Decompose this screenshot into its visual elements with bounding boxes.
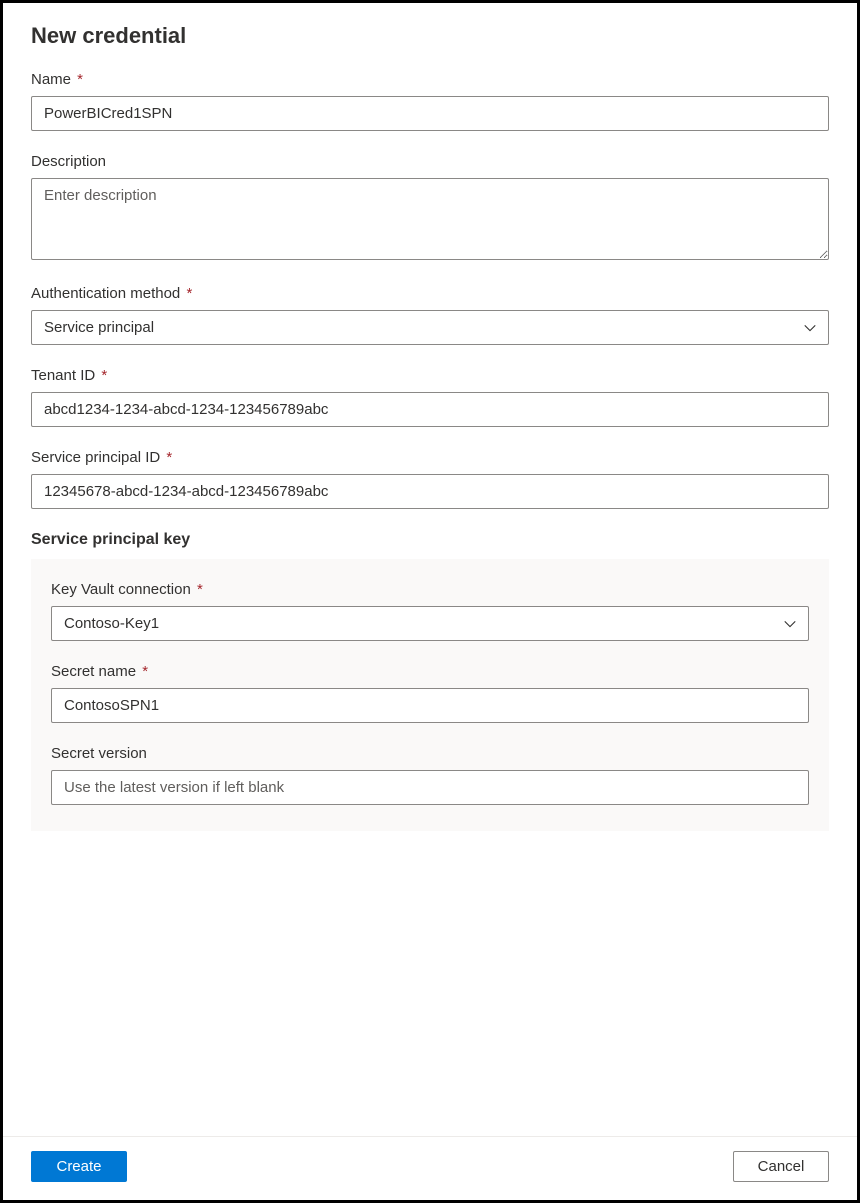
page-title: New credential — [31, 23, 829, 49]
secret-name-label-text: Secret name — [51, 663, 136, 680]
required-indicator: * — [138, 663, 148, 680]
name-label-text: Name — [31, 71, 71, 88]
new-credential-panel: New credential Name * Description Authen… — [0, 0, 860, 1203]
auth-method-field-group: Authentication method * Service principa… — [31, 285, 829, 345]
sp-id-input[interactable] — [31, 474, 829, 509]
secret-name-label: Secret name * — [51, 663, 809, 680]
cancel-button[interactable]: Cancel — [733, 1151, 829, 1182]
description-textarea[interactable] — [31, 178, 829, 260]
auth-method-value: Service principal — [31, 310, 829, 345]
auth-method-select[interactable]: Service principal — [31, 310, 829, 345]
dialog-footer: Create Cancel — [3, 1136, 857, 1200]
secret-name-field-group: Secret name * — [51, 663, 809, 723]
description-label: Description — [31, 153, 829, 170]
required-indicator: * — [193, 581, 203, 598]
description-field-group: Description — [31, 153, 829, 263]
sp-key-label: Service principal key — [31, 531, 829, 549]
kv-connection-value: Contoso-Key1 — [51, 606, 809, 641]
kv-connection-label-text: Key Vault connection — [51, 581, 191, 598]
kv-connection-label: Key Vault connection * — [51, 581, 809, 598]
kv-connection-select[interactable]: Contoso-Key1 — [51, 606, 809, 641]
create-button[interactable]: Create — [31, 1151, 127, 1182]
sp-id-label-text: Service principal ID — [31, 449, 160, 466]
required-indicator: * — [182, 285, 192, 302]
name-input[interactable] — [31, 96, 829, 131]
required-indicator: * — [162, 449, 172, 466]
sp-key-section: Service principal key Key Vault connecti… — [31, 531, 829, 831]
secret-version-label: Secret version — [51, 745, 809, 762]
auth-method-label-text: Authentication method — [31, 285, 180, 302]
secret-version-input[interactable] — [51, 770, 809, 805]
sp-id-field-group: Service principal ID * — [31, 449, 829, 509]
tenant-id-field-group: Tenant ID * — [31, 367, 829, 427]
required-indicator: * — [97, 367, 107, 384]
sp-key-card: Key Vault connection * Contoso-Key1 Secr… — [31, 559, 829, 831]
required-indicator: * — [73, 71, 83, 88]
secret-name-input[interactable] — [51, 688, 809, 723]
secret-version-field-group: Secret version — [51, 745, 809, 805]
name-field-group: Name * — [31, 71, 829, 131]
tenant-id-label: Tenant ID * — [31, 367, 829, 384]
tenant-id-label-text: Tenant ID — [31, 367, 95, 384]
kv-connection-field-group: Key Vault connection * Contoso-Key1 — [51, 581, 809, 641]
form-content: New credential Name * Description Authen… — [3, 3, 857, 1136]
tenant-id-input[interactable] — [31, 392, 829, 427]
name-label: Name * — [31, 71, 829, 88]
sp-id-label: Service principal ID * — [31, 449, 829, 466]
auth-method-label: Authentication method * — [31, 285, 829, 302]
